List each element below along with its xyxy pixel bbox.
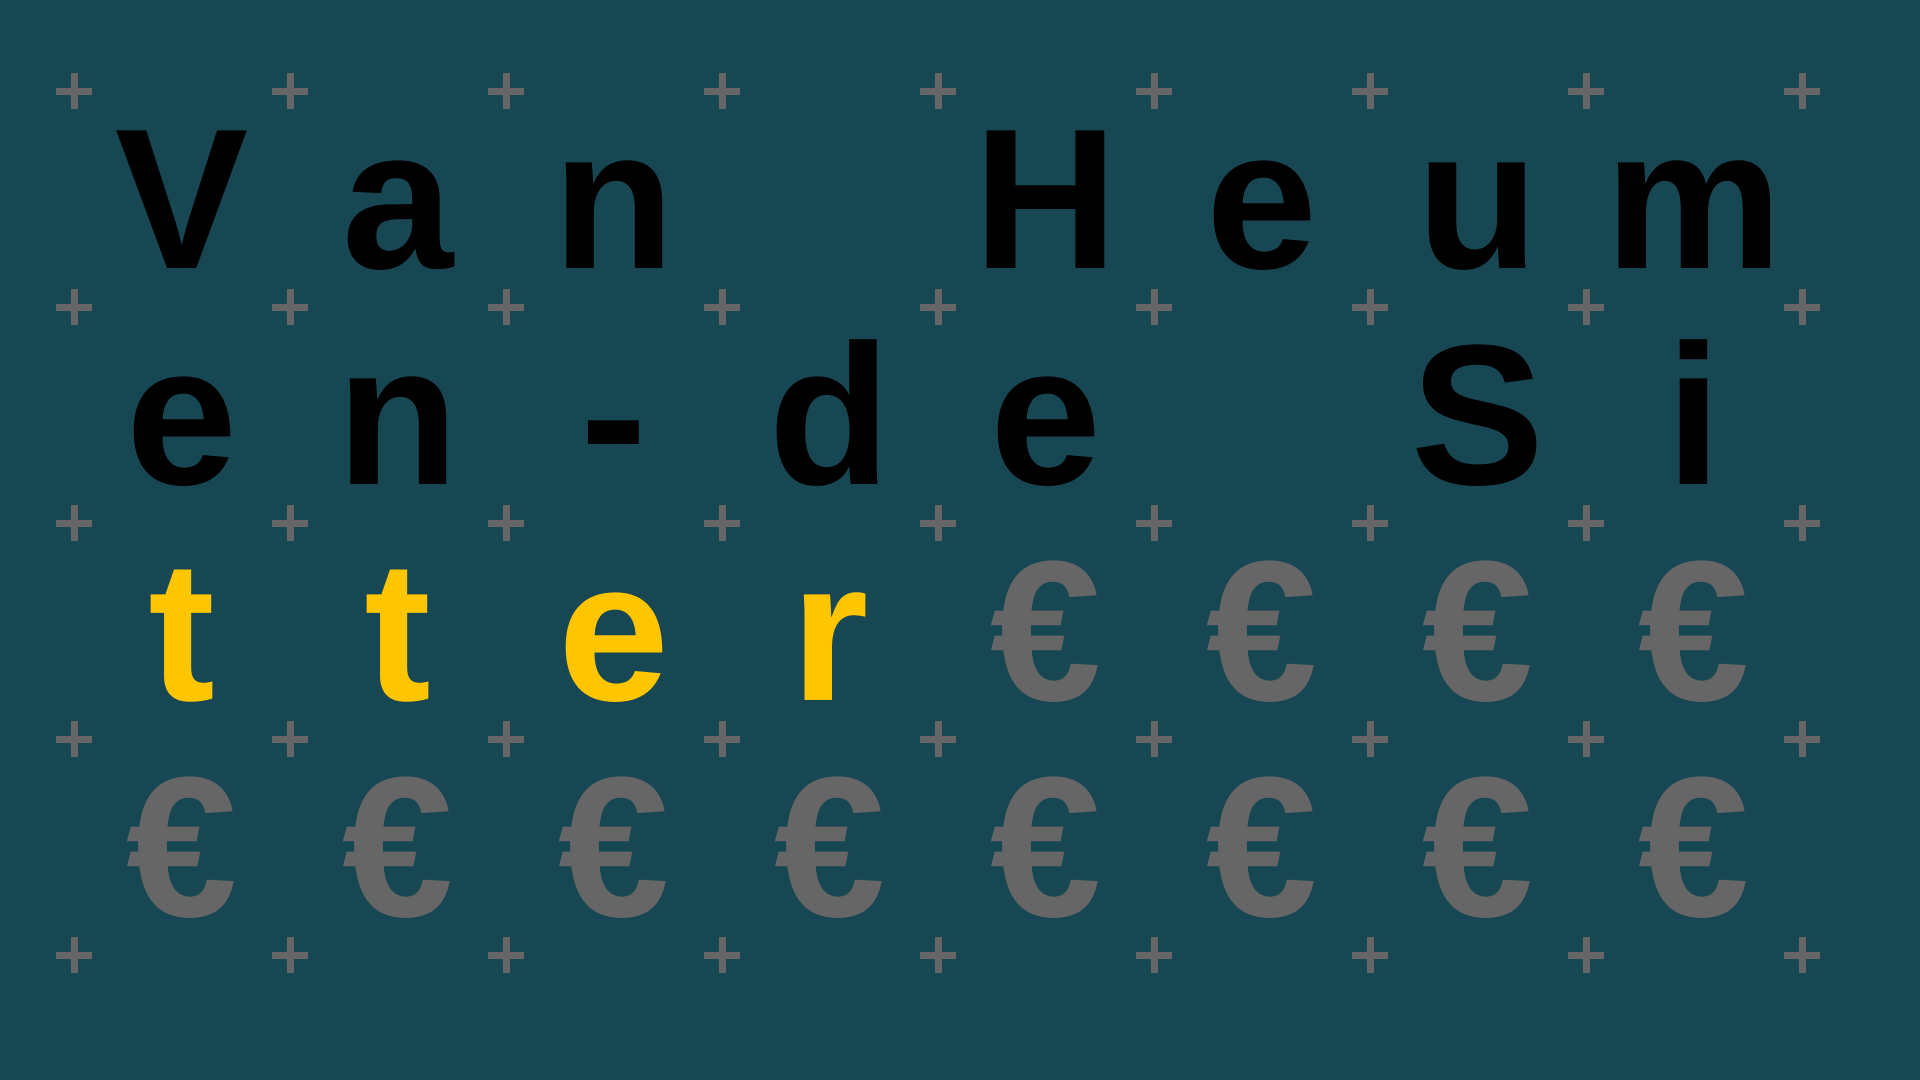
plus-icon bbox=[919, 288, 956, 325]
letter-tile: H bbox=[973, 88, 1118, 311]
plus-icon bbox=[1783, 720, 1820, 757]
plus-icon bbox=[703, 504, 740, 541]
letter-tile: t bbox=[148, 520, 215, 743]
euro-glyph: € bbox=[1205, 520, 1318, 743]
plus-icon bbox=[1351, 504, 1388, 541]
plus-icon bbox=[271, 288, 308, 325]
plus-icon bbox=[1351, 936, 1388, 973]
plus-icon bbox=[1135, 936, 1172, 973]
plus-icon bbox=[271, 936, 308, 973]
plus-icon bbox=[1135, 720, 1172, 757]
plus-icon bbox=[1567, 504, 1604, 541]
letter-tile: n bbox=[552, 88, 675, 311]
euro-glyph: € bbox=[989, 520, 1102, 743]
plus-icon bbox=[1783, 504, 1820, 541]
plus-icon bbox=[1783, 288, 1820, 325]
euro-glyph: € bbox=[341, 736, 454, 959]
plus-icon bbox=[487, 72, 524, 109]
plus-icon bbox=[919, 72, 956, 109]
plus-icon bbox=[1135, 504, 1172, 541]
letter-tile: e bbox=[989, 304, 1102, 527]
plus-icon bbox=[919, 504, 956, 541]
euro-glyph: € bbox=[1421, 520, 1534, 743]
plus-icon bbox=[703, 936, 740, 973]
letter-tile: m bbox=[1604, 88, 1783, 311]
plus-icon bbox=[55, 504, 92, 541]
letter-tile: t bbox=[364, 520, 431, 743]
letter-tile: a bbox=[341, 88, 454, 311]
letter-tile: e bbox=[1205, 88, 1318, 311]
plus-icon bbox=[1567, 936, 1604, 973]
letter-tile: e bbox=[125, 304, 238, 527]
letter-tile: - bbox=[580, 304, 647, 527]
euro-glyph: € bbox=[1205, 736, 1318, 959]
letter-tile: i bbox=[1665, 304, 1722, 527]
plus-icon bbox=[55, 288, 92, 325]
plus-icon bbox=[1567, 288, 1604, 325]
plus-icon bbox=[1783, 936, 1820, 973]
plus-icon bbox=[487, 288, 524, 325]
plus-icon bbox=[1567, 720, 1604, 757]
euro-glyph: € bbox=[1637, 520, 1750, 743]
plus-icon bbox=[1567, 72, 1604, 109]
letter-tile: V bbox=[114, 88, 249, 311]
euro-glyph: € bbox=[1421, 736, 1534, 959]
plus-icon bbox=[919, 936, 956, 973]
plus-icon bbox=[703, 288, 740, 325]
plus-icon bbox=[55, 720, 92, 757]
plus-icon bbox=[487, 936, 524, 973]
plus-icon bbox=[1351, 720, 1388, 757]
plus-icon bbox=[487, 720, 524, 757]
letter-tile: e bbox=[557, 520, 670, 743]
plus-icon bbox=[703, 72, 740, 109]
letter-tile bbox=[802, 100, 858, 300]
euro-glyph: € bbox=[557, 736, 670, 959]
letter-tile: r bbox=[790, 520, 869, 743]
letter-tile: S bbox=[1410, 304, 1545, 527]
euro-glyph: € bbox=[125, 736, 238, 959]
letter-tile: u bbox=[1416, 88, 1539, 311]
plus-icon bbox=[703, 720, 740, 757]
letter-tile: d bbox=[768, 304, 891, 527]
plus-icon bbox=[1351, 72, 1388, 109]
plus-icon bbox=[1783, 72, 1820, 109]
plus-icon bbox=[1351, 288, 1388, 325]
euro-glyph: € bbox=[773, 736, 886, 959]
plus-icon bbox=[271, 720, 308, 757]
plus-icon bbox=[1135, 288, 1172, 325]
plus-icon bbox=[271, 504, 308, 541]
plus-icon bbox=[487, 504, 524, 541]
plus-icon bbox=[919, 720, 956, 757]
plus-icon bbox=[55, 72, 92, 109]
letter-tile bbox=[1234, 316, 1290, 516]
euro-glyph: € bbox=[1637, 736, 1750, 959]
plus-icon bbox=[271, 72, 308, 109]
plus-icon bbox=[1135, 72, 1172, 109]
plus-icon bbox=[55, 936, 92, 973]
euro-glyph: € bbox=[989, 736, 1102, 959]
letter-tile: n bbox=[336, 304, 459, 527]
